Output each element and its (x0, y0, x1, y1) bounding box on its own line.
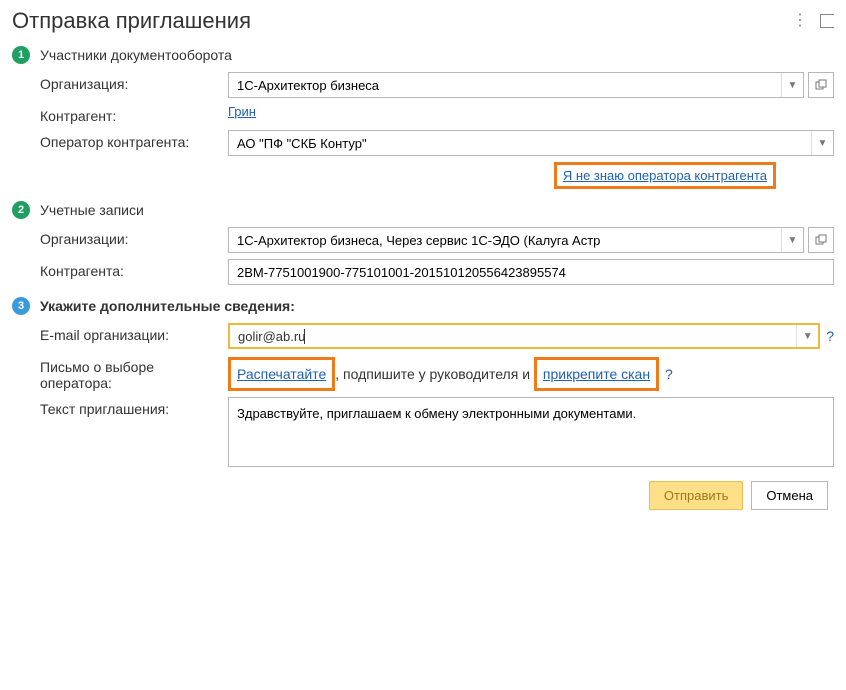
open-external-icon (815, 234, 827, 246)
open-external-icon (815, 79, 827, 91)
operator-select[interactable]: ▼ (228, 130, 834, 156)
attach-scan-link[interactable]: прикрепите скан (543, 366, 650, 382)
section-1-title: Участники документооборота (40, 47, 232, 63)
email-help-icon[interactable]: ? (826, 328, 834, 344)
invite-text-area[interactable] (228, 397, 834, 467)
operator-dropdown-button[interactable]: ▼ (811, 131, 833, 155)
contr-account-input[interactable] (229, 260, 833, 284)
label-contr-account: Контрагента: (40, 259, 220, 279)
unknown-operator-link[interactable]: Я не знаю оператора контрагента (563, 168, 767, 183)
contragent-link[interactable]: Грин (228, 104, 256, 119)
contr-account-field[interactable] (228, 259, 834, 285)
section-3-title: Укажите дополнительные сведения: (40, 298, 295, 314)
text-cursor (304, 329, 305, 344)
operator-input[interactable] (229, 131, 811, 155)
kebab-menu-icon[interactable]: ⋮ (792, 13, 808, 29)
highlight-attach: прикрепите скан (534, 357, 659, 391)
letter-mid-text: , подпишите у руководителя и (335, 366, 534, 382)
email-dropdown-button[interactable]: ▼ (796, 325, 818, 347)
letter-help-icon[interactable]: ? (665, 366, 673, 382)
step-badge-2: 2 (12, 201, 30, 219)
step-badge-1: 1 (12, 46, 30, 64)
email-value[interactable]: golir@ab.ru (238, 329, 305, 344)
label-email: E-mail организации: (40, 323, 220, 343)
cancel-button[interactable]: Отмена (751, 481, 828, 510)
label-organization: Организация: (40, 72, 220, 92)
letter-instruction: Распечатайте , подпишите у руководителя и… (228, 355, 834, 391)
send-button[interactable]: Отправить (649, 481, 743, 510)
organization-select[interactable]: ▼ (228, 72, 804, 98)
label-letter: Письмо о выборе оператора: (40, 355, 220, 391)
section-2-title: Учетные записи (40, 202, 144, 218)
highlight-print: Распечатайте (228, 357, 335, 391)
org-account-open-button[interactable] (808, 227, 834, 253)
page-title: Отправка приглашения (12, 8, 251, 34)
label-invite-text: Текст приглашения: (40, 397, 220, 417)
label-org-account: Организации: (40, 227, 220, 247)
organization-open-button[interactable] (808, 72, 834, 98)
org-account-dropdown-button[interactable]: ▼ (781, 228, 803, 252)
email-select[interactable]: golir@ab.ru ▼ (228, 323, 820, 349)
org-account-input[interactable] (229, 228, 781, 252)
label-contragent: Контрагент: (40, 104, 220, 124)
organization-input[interactable] (229, 73, 781, 97)
print-link[interactable]: Распечатайте (237, 366, 326, 382)
step-badge-3: 3 (12, 297, 30, 315)
window-icon[interactable] (820, 14, 834, 28)
label-operator: Оператор контрагента: (40, 130, 220, 150)
org-account-select[interactable]: ▼ (228, 227, 804, 253)
organization-dropdown-button[interactable]: ▼ (781, 73, 803, 97)
highlight-unknown-operator: Я не знаю оператора контрагента (554, 162, 776, 189)
